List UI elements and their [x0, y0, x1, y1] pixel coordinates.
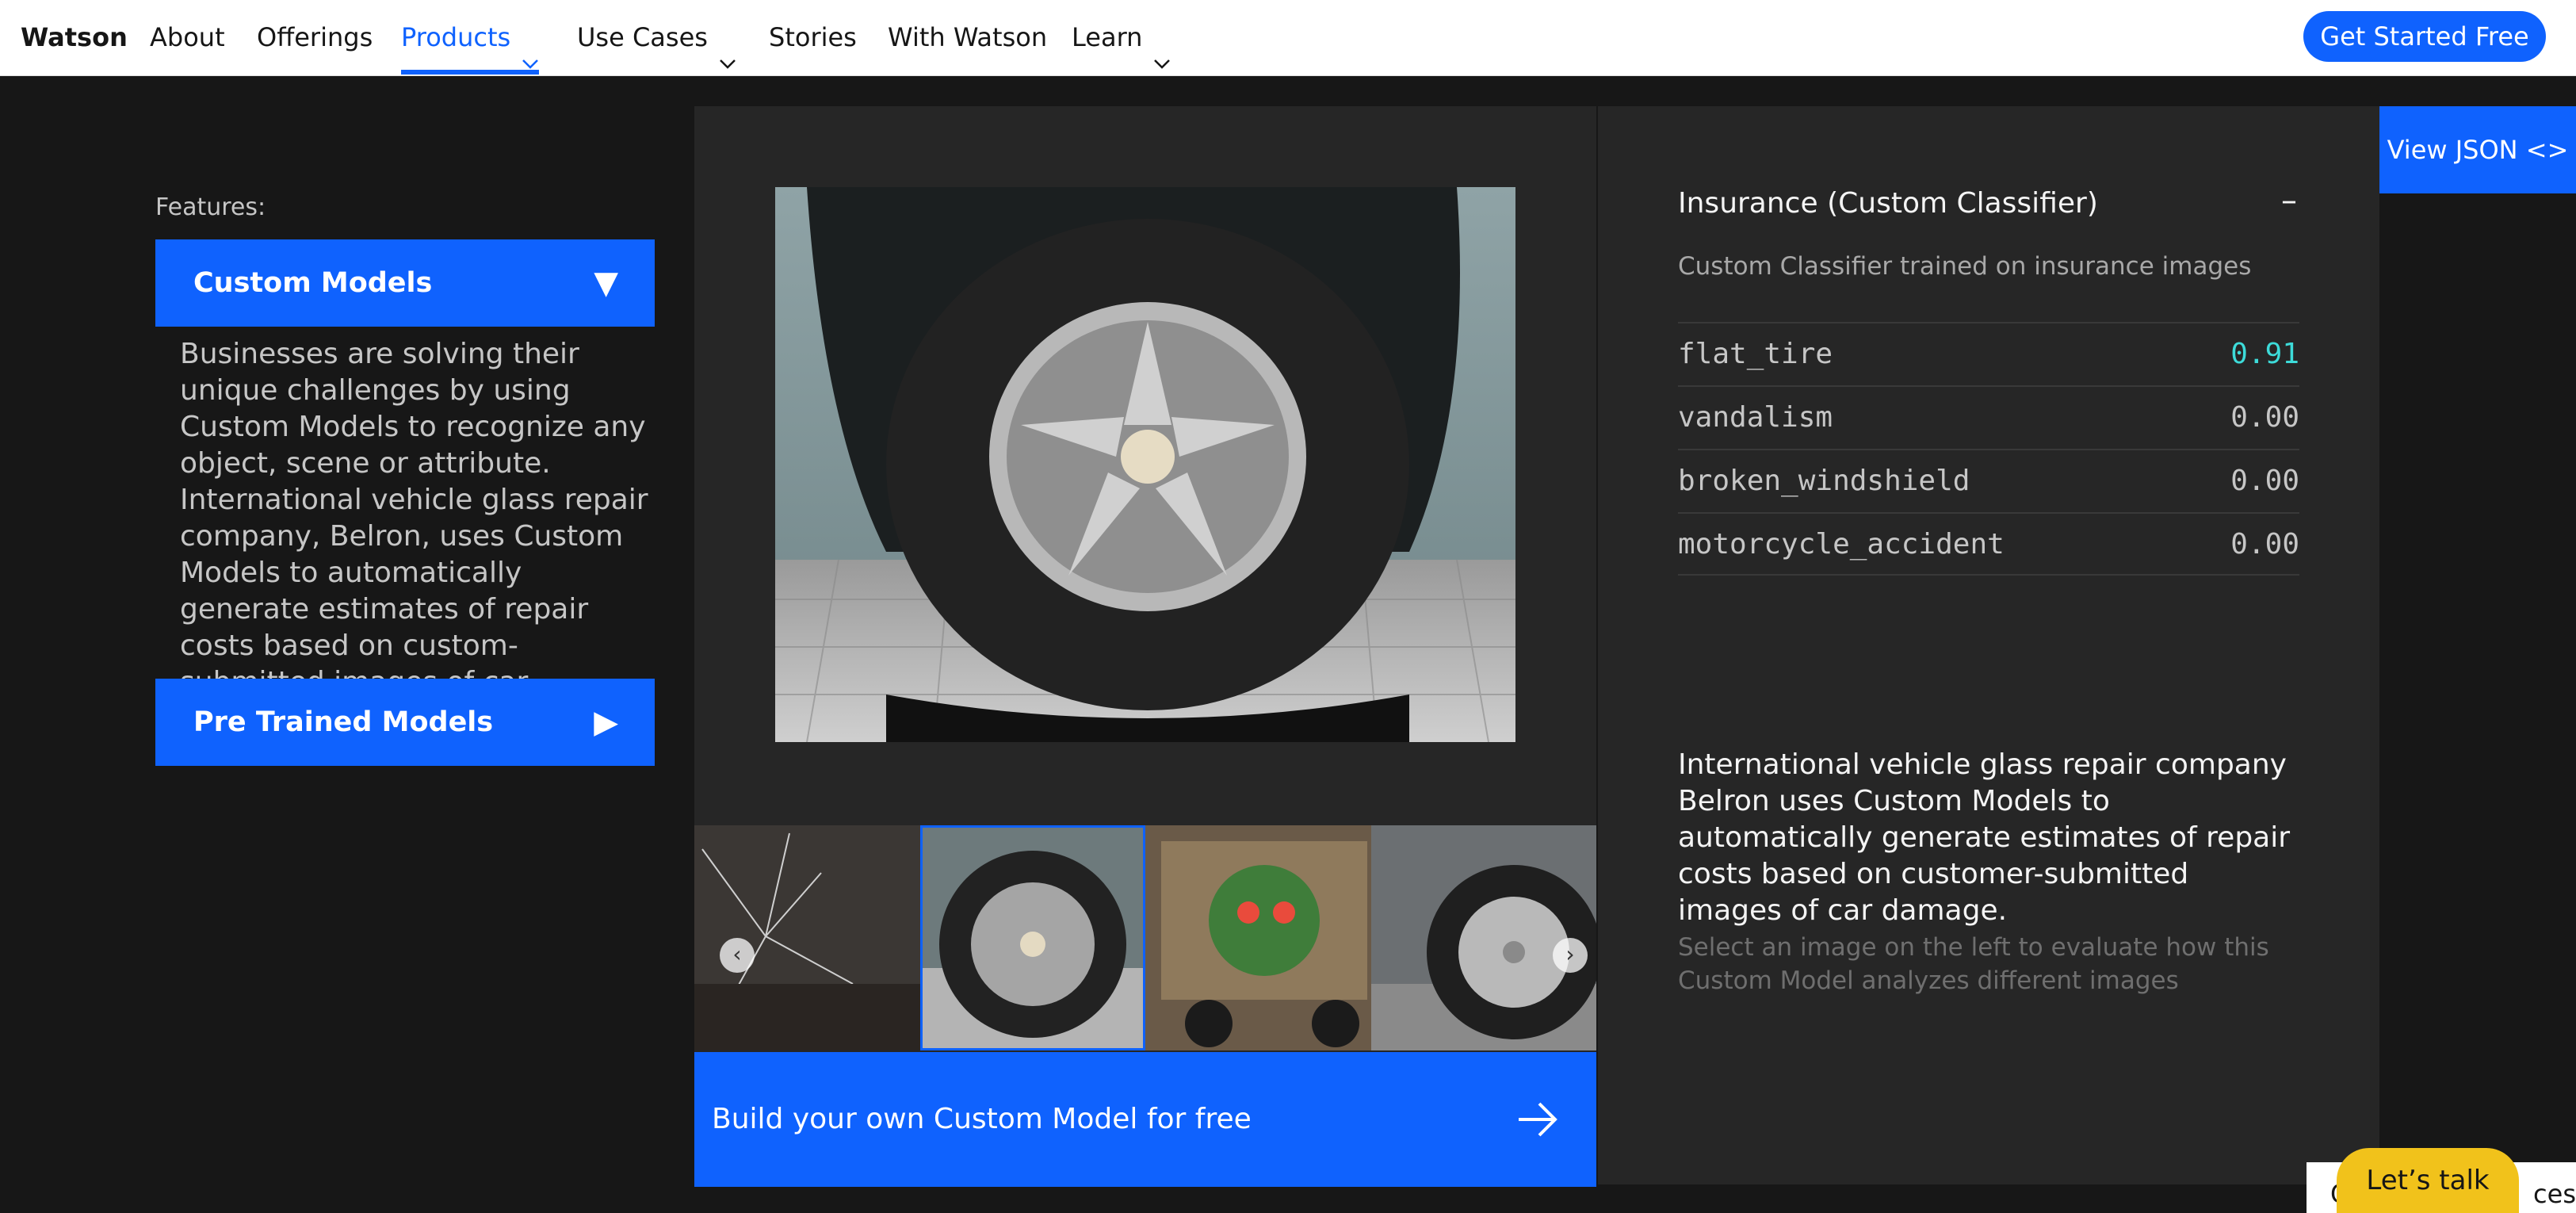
nav-offerings[interactable]: Offerings [257, 0, 373, 75]
main-image-flat-tire [775, 187, 1515, 742]
classifier-description: International vehicle glass repair compa… [1678, 748, 2291, 927]
class-name: vandalism [1678, 401, 1833, 434]
pre-trained-models-label: Pre Trained Models [193, 706, 494, 738]
nav-learn-label: Learn [1072, 22, 1143, 52]
thumbnail-vandalism[interactable] [1145, 825, 1371, 1050]
lets-talk-button[interactable]: Let’s talk [2337, 1148, 2519, 1213]
class-name: motorcycle_accident [1678, 528, 2005, 561]
thumbnail-strip [694, 825, 1596, 1050]
build-custom-model-button[interactable]: Build your own Custom Model for free [694, 1052, 1596, 1187]
demo-image-panel: ‹ › Build your own Custom Model for free [694, 106, 1596, 1187]
nav-about[interactable]: About [150, 0, 225, 75]
classifier-subtitle: Custom Classifier trained on insurance i… [1678, 252, 2252, 281]
thumbnail-prev-arrow[interactable]: ‹ [720, 938, 755, 973]
class-score: 0.91 [2230, 338, 2299, 370]
score-row: vandalism 0.00 [1678, 385, 2299, 449]
thumbnail-car-wheel[interactable] [1370, 825, 1596, 1050]
chevron-down-icon [719, 26, 736, 69]
pre-trained-models-toggle[interactable]: Pre Trained Models ▶ [155, 679, 655, 766]
class-name: flat_tire [1678, 338, 1833, 370]
thumbnail-broken-windshield[interactable] [694, 825, 920, 1050]
class-score: 0.00 [2230, 528, 2299, 561]
top-nav: Watson About Offerings Products Use Case… [0, 0, 2576, 76]
chevron-down-icon [522, 26, 539, 69]
nav-use-cases-label: Use Cases [577, 22, 708, 52]
get-started-button[interactable]: Get Started Free [2303, 11, 2546, 62]
view-json-button[interactable]: View JSON <> [2379, 106, 2576, 193]
custom-models-label: Custom Models [193, 267, 433, 299]
nav-use-cases[interactable]: Use Cases [577, 0, 736, 75]
nav-stories[interactable]: Stories [769, 0, 857, 75]
nav-learn[interactable]: Learn [1072, 0, 1171, 75]
classifier-title: Insurance (Custom Classifier) [1678, 187, 2098, 220]
thumbnail-next-arrow[interactable]: › [1553, 938, 1588, 973]
classifier-hint: Select an image on the left to evaluate … [1678, 933, 2269, 995]
features-label: Features: [155, 193, 266, 221]
score-row: broken_windshield 0.00 [1678, 449, 2299, 512]
classifier-results-panel: Insurance (Custom Classifier) – Custom C… [1598, 106, 2379, 1184]
collapse-icon[interactable]: – [2281, 182, 2297, 219]
score-row: flat_tire 0.91 [1678, 322, 2299, 385]
class-score: 0.00 [2230, 401, 2299, 434]
score-row: motorcycle_accident 0.00 [1678, 512, 2299, 576]
build-custom-model-label: Build your own Custom Model for free [712, 1103, 1252, 1135]
custom-models-description: Businesses are solving their unique chal… [180, 338, 648, 735]
chevron-down-icon [1153, 26, 1171, 69]
arrow-right-icon [1519, 1102, 1557, 1137]
nav-products[interactable]: Products [401, 0, 540, 75]
triangle-right-icon: ▶ [594, 704, 618, 740]
thumbnail-flat-tire[interactable] [919, 825, 1145, 1050]
custom-models-toggle[interactable]: Custom Models ▼ [155, 239, 655, 327]
class-name: broken_windshield [1678, 465, 1970, 497]
nav-products-label: Products [401, 22, 511, 52]
triangle-down-icon: ▼ [594, 265, 618, 301]
nav-with-watson[interactable]: With Watson [888, 0, 1047, 75]
class-score: 0.00 [2230, 465, 2299, 497]
brand-logo[interactable]: Watson [21, 0, 128, 75]
cookie-text-right: ces [2533, 1179, 2576, 1209]
score-table: flat_tire 0.91 vandalism 0.00 broken_win… [1678, 322, 2299, 576]
